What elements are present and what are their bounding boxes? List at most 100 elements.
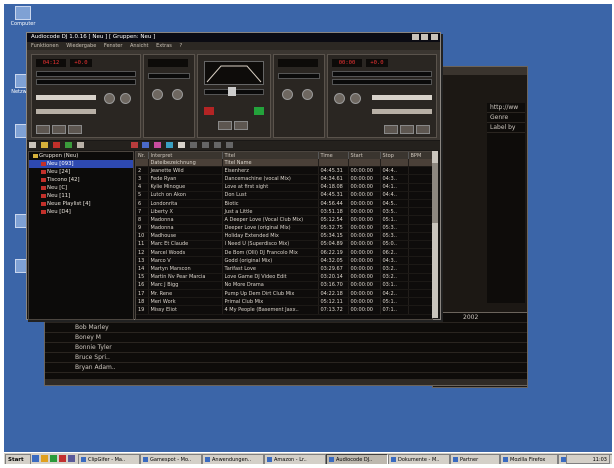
- tree-item[interactable]: Neu [11]: [29, 192, 133, 200]
- deck-left-gain-knob[interactable]: [104, 93, 115, 104]
- next-icon[interactable]: [225, 142, 233, 148]
- table-row[interactable]: 15 Martin Nv Pear Marcia Love Game DJ Vide…: [136, 273, 432, 282]
- scrollbar-thumb[interactable]: [432, 163, 438, 223]
- table-row[interactable]: 7 Liberty X Just a Little 03:51.18 00:00:00 0…: [136, 207, 432, 217]
- edit-icon[interactable]: [178, 142, 186, 148]
- table-row[interactable]: 6 Londonrita Biotic 04:56.44 00:00:00 04:5..: [136, 199, 432, 209]
- menu-item[interactable]: ?: [179, 43, 182, 49]
- table-row[interactable]: 16 Marc J Bigg No More Drama 03:16.70 00:00:…: [136, 281, 432, 291]
- new-group-icon[interactable]: [29, 142, 36, 148]
- record-icon[interactable]: [130, 142, 138, 148]
- deck-left-volume-slider[interactable]: [36, 109, 96, 114]
- deck-right-fx-knob[interactable]: [302, 89, 313, 100]
- taskbar-button[interactable]: Audiocode DJ..: [326, 454, 388, 464]
- list-item[interactable]: Boney M: [45, 333, 527, 343]
- table-row[interactable]: 5 Lutch on Akon Don Lust 04:45.31 00:00:00 04…: [136, 191, 432, 200]
- start-button[interactable]: Start: [5, 454, 31, 464]
- mixer-button[interactable]: [218, 121, 232, 130]
- list-item[interactable]: Bryan Adam..: [45, 363, 527, 373]
- track-list-scrollbar[interactable]: [432, 151, 438, 318]
- deck-right-play-button[interactable]: [384, 125, 398, 134]
- taskbar-button[interactable]: Gamespot - Mo..: [140, 454, 202, 464]
- tree-item[interactable]: Neu [D4]: [29, 208, 133, 216]
- delete-icon[interactable]: [52, 142, 60, 148]
- column-header[interactable]: Interpret: [148, 152, 223, 159]
- menu-item[interactable]: Fenster: [104, 43, 123, 49]
- table-row[interactable]: 8 Madonna A Deeper Love (Vocal Club Mix) 05…: [136, 215, 432, 225]
- deck-left-eq-knob[interactable]: [120, 93, 131, 104]
- table-row[interactable]: 11 Marc Et Claude I Need U (Superdisco Mix…: [136, 240, 432, 250]
- crossfader-handle[interactable]: [228, 87, 236, 96]
- menu-item[interactable]: Extras: [156, 43, 172, 49]
- deck-left-sync-button[interactable]: [204, 107, 214, 115]
- menu-item[interactable]: Wiedergabe: [66, 43, 96, 49]
- table-row[interactable]: 18 Meri Work Primal Club Mix 05:12.11 00:00:…: [136, 297, 432, 307]
- deck-right-volume-slider[interactable]: [372, 109, 432, 114]
- taskbar-button[interactable]: Anwendungen..: [202, 454, 264, 464]
- window-titlebar[interactable]: Audiocode DJ 1.0.16 [ Neu ] [ Gruppen: N…: [27, 33, 440, 42]
- deck-left-stop-button[interactable]: [52, 125, 66, 134]
- deck-right-progress[interactable]: [332, 71, 432, 77]
- table-row[interactable]: 4 Kylie Minogue Love at first sight 04:18.0…: [136, 183, 432, 192]
- taskbar-button[interactable]: ClipGifer - Ma..: [78, 454, 140, 464]
- taskbar-button[interactable]: Partner: [450, 454, 500, 464]
- table-row[interactable]: 19 Missy Eliot 4 My People (Basement Jaxx.…: [136, 305, 432, 315]
- tree-item[interactable]: Neu [093]: [29, 160, 133, 168]
- deck-left-filter-knob[interactable]: [152, 89, 163, 100]
- deck-right-eq-knob[interactable]: [350, 93, 361, 104]
- properties-icon[interactable]: [76, 142, 84, 148]
- tree-item[interactable]: Neu [C]: [29, 184, 133, 192]
- deck-right-stop-button[interactable]: [400, 125, 414, 134]
- close-button[interactable]: [431, 34, 438, 40]
- table-row[interactable]: 3 Fede Ryan Dancemachine (vocal Mix) 04:34.…: [136, 174, 432, 184]
- previous-icon[interactable]: [213, 142, 221, 148]
- quicklaunch-app-icon[interactable]: [59, 455, 66, 462]
- column-header[interactable]: Stop: [380, 152, 409, 159]
- quicklaunch-ie-icon[interactable]: [32, 455, 39, 462]
- deck-right-gain-knob[interactable]: [334, 93, 345, 104]
- quicklaunch-folder-icon[interactable]: [41, 455, 48, 462]
- deck-right-sync-button[interactable]: [254, 107, 264, 115]
- tree-item[interactable]: Neue Playlist [4]: [29, 200, 133, 208]
- mixer-button[interactable]: [234, 121, 248, 130]
- desktop-icon-computer[interactable]: Computer: [6, 6, 40, 27]
- taskbar-button[interactable]: Dokumente - M..: [388, 454, 450, 464]
- minimize-button[interactable]: [411, 34, 419, 40]
- deck-right-pitch-slider[interactable]: [372, 95, 432, 100]
- deck-left-pitch-slider[interactable]: [36, 95, 96, 100]
- menu-item[interactable]: Funktionen: [31, 43, 59, 49]
- taskbar-button[interactable]: Amazon - Lr..: [264, 454, 326, 464]
- column-header[interactable]: Start: [348, 152, 381, 159]
- tree-item[interactable]: Tiscono [42]: [29, 176, 133, 184]
- list-item[interactable]: Bonnie Tyler: [45, 343, 527, 353]
- column-header[interactable]: Time: [318, 152, 349, 159]
- folder-icon[interactable]: [40, 142, 48, 148]
- deck-left-progress[interactable]: [36, 71, 136, 77]
- table-row[interactable]: 9 Madonna Deeper Love (original Mix) 05:32.…: [136, 224, 432, 233]
- table-row[interactable]: 13 Marco V Godd (original Mix) 04:32.05 00:0…: [136, 256, 432, 266]
- column-header[interactable]: BPM: [408, 152, 432, 159]
- tree-item[interactable]: Neu [24]: [29, 168, 133, 176]
- background-window-list[interactable]: Bob Dylan Bob Marley Boney M Bonnie Tyle…: [44, 312, 528, 386]
- maximize-button[interactable]: [421, 34, 429, 40]
- column-header[interactable]: Nr.: [136, 152, 149, 159]
- quicklaunch-desktop-icon[interactable]: [68, 455, 75, 462]
- list-item[interactable]: Bruce Spri..: [45, 353, 527, 363]
- menu-item[interactable]: Ansicht: [130, 43, 148, 49]
- deck-right-filter-knob[interactable]: [282, 89, 293, 100]
- table-row[interactable]: 2 Jeanette Wild Eisenherz 04:45.31 00:00:00 0…: [136, 166, 432, 176]
- table-row[interactable]: Dateibezeichnung Titel Name: [136, 159, 432, 168]
- audiocode-dj-window[interactable]: Audiocode DJ 1.0.16 [ Neu ] [ Gruppen: N…: [26, 32, 441, 320]
- deck-left-play-button[interactable]: [36, 125, 50, 134]
- tree-root[interactable]: Gruppen (Neu): [29, 152, 133, 160]
- refresh-icon[interactable]: [166, 142, 174, 148]
- filter-icon[interactable]: [154, 142, 162, 148]
- deck-right-cue-button[interactable]: [416, 125, 430, 134]
- column-header[interactable]: Titel: [222, 152, 319, 159]
- table-row[interactable]: 12 Marcel Woods De Bom (Olli) DJ Francolo …: [136, 248, 432, 258]
- search-icon[interactable]: [142, 142, 150, 148]
- play-icon[interactable]: [190, 142, 198, 148]
- table-row[interactable]: 10 Madhouse Holiday Extended Mix 05:34.15 00…: [136, 232, 432, 241]
- taskbar-button[interactable]: Mozilla Firefox: [500, 454, 558, 464]
- deck-left-fx-knob[interactable]: [172, 89, 183, 100]
